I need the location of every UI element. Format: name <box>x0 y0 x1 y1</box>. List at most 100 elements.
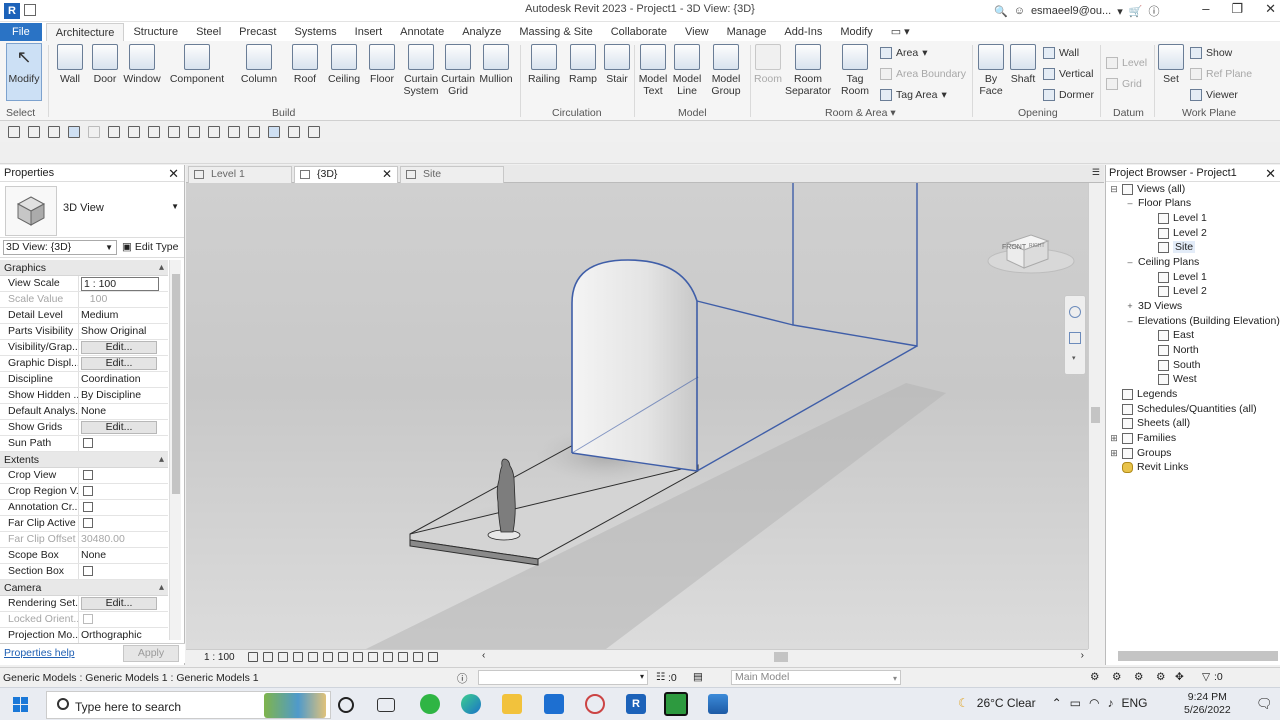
tree-floor-plans[interactable]: – Floor Plans <box>1126 196 1191 210</box>
dropdown-icon[interactable]: ▾ <box>1117 5 1123 18</box>
tab-precast[interactable]: Precast <box>230 23 285 42</box>
edit-type-button[interactable]: ▣ Edit Type <box>122 241 178 253</box>
prop-row[interactable]: Far Clip Active <box>0 516 168 532</box>
edge-icon[interactable] <box>461 694 481 714</box>
cart-icon[interactable]: 🛒 <box>1129 5 1143 18</box>
help-icon[interactable]: ⓘ <box>1148 3 1159 19</box>
thin-lines-icon[interactable] <box>268 126 280 138</box>
mail-icon[interactable] <box>544 694 564 714</box>
roof-button[interactable]: Roof <box>290 44 320 85</box>
select-underlay-icon[interactable]: ⚙ <box>1112 671 1121 683</box>
properties-scrollbar[interactable] <box>169 260 181 640</box>
crop-view-icon[interactable] <box>323 652 333 662</box>
collapse-icon[interactable]: – <box>1126 257 1134 267</box>
cortana-icon[interactable] <box>338 697 354 713</box>
door-button[interactable]: Door <box>90 44 120 85</box>
tree-revit-links[interactable]: Revit Links <box>1110 460 1188 474</box>
tree-item-site[interactable]: Site <box>1158 240 1196 254</box>
model-text-button[interactable]: Model Text <box>636 44 670 97</box>
workset-selector[interactable]: ▾ <box>478 670 648 685</box>
print-icon[interactable] <box>108 126 120 138</box>
tag-room-button[interactable]: Tag Room <box>836 44 874 97</box>
print-pdf-icon[interactable] <box>128 126 140 138</box>
far-clip-active-checkbox[interactable] <box>83 518 93 528</box>
minimize-button[interactable]: – <box>1202 1 1209 17</box>
room-separator-button[interactable]: Room Separator <box>784 44 832 97</box>
tab-modify[interactable]: Modify <box>831 23 881 42</box>
tab-steel[interactable]: Steel <box>187 23 230 42</box>
model-canvas[interactable] <box>186 183 1088 649</box>
section-icon[interactable] <box>248 126 260 138</box>
app-icon[interactable] <box>585 694 605 714</box>
weather-text[interactable]: 26°C Clear <box>977 696 1036 710</box>
prop-row[interactable]: Default Analys... None <box>0 404 168 420</box>
shadows-icon[interactable] <box>293 652 303 662</box>
prop-row[interactable]: Graphic Displ... Edit... <box>0 356 168 372</box>
tab-manage[interactable]: Manage <box>718 23 776 42</box>
set-work-plane-button[interactable]: Set <box>1158 44 1184 85</box>
wall-button[interactable]: Wall <box>54 44 86 85</box>
tree-views-all[interactable]: ⊟ Views (all) <box>1110 182 1185 196</box>
tab-insert[interactable]: Insert <box>346 23 392 42</box>
tree-item-level-1[interactable]: Level 1 <box>1158 211 1207 225</box>
properties-help-link[interactable]: Properties help <box>4 647 75 659</box>
navigation-bar[interactable]: ▾ <box>1064 295 1086 375</box>
near-arch-wall[interactable] <box>572 260 697 471</box>
close-button[interactable]: ✕ <box>1265 1 1276 17</box>
restore-button[interactable]: ❐ <box>1231 1 1243 17</box>
prop-row[interactable]: Annotation Cr... <box>0 500 168 516</box>
expand-icon[interactable]: ⊞ <box>1110 448 1118 459</box>
worksets-icon[interactable]: ☷ <box>656 671 665 683</box>
tag-icon[interactable] <box>188 126 200 138</box>
edit-button[interactable]: Edit... <box>81 597 157 610</box>
section-box-checkbox[interactable] <box>83 566 93 576</box>
select-links-icon[interactable]: ⚙ <box>1090 671 1099 683</box>
tab-massing-site[interactable]: Massing & Site <box>510 23 601 42</box>
tab-site[interactable]: Site <box>400 166 504 183</box>
collapse-icon[interactable]: ⊟ <box>1110 184 1118 195</box>
ref-plane-button[interactable]: Ref Plane <box>1190 68 1252 80</box>
prop-row[interactable]: Show Grids Edit... <box>0 420 168 436</box>
prop-row[interactable]: Visibility/Grap... Edit... <box>0 340 168 356</box>
tab-architecture[interactable]: Architecture <box>45 23 125 42</box>
text-icon[interactable] <box>208 126 220 138</box>
prop-row[interactable]: Scope Box None <box>0 548 168 564</box>
analytical-model-icon[interactable] <box>413 652 423 662</box>
tree-3d-views[interactable]: +3D Views <box>1126 299 1182 313</box>
tab-collaborate[interactable]: Collaborate <box>602 23 676 42</box>
detail-level-icon[interactable] <box>248 652 258 662</box>
photos-icon[interactable] <box>708 694 728 714</box>
prop-row[interactable]: Sun Path <box>0 436 168 452</box>
ramp-button[interactable]: Ramp <box>566 44 600 85</box>
column-button[interactable]: Column <box>240 44 278 85</box>
whatsapp-icon[interactable] <box>420 694 440 714</box>
prop-row[interactable]: Crop Region V... <box>0 484 168 500</box>
temporary-hide-icon[interactable] <box>368 652 378 662</box>
component-button[interactable]: Component <box>168 44 226 85</box>
design-option-selector[interactable]: Main Model ▾ <box>731 670 901 685</box>
select-by-face-icon[interactable]: ⚙ <box>1156 671 1165 683</box>
prop-row[interactable]: Section Box <box>0 564 168 580</box>
prop-row[interactable]: Parts Visibility Show Original <box>0 324 168 340</box>
window-button[interactable]: Window <box>122 44 162 85</box>
design-options-icon[interactable]: ▤ <box>693 671 703 683</box>
taskbar-clock[interactable]: 9:24 PM 5/26/2022 <box>1184 691 1231 717</box>
ceiling-button[interactable]: Ceiling <box>326 44 362 85</box>
view-cube[interactable]: FRONT RIGHT <box>986 223 1076 278</box>
tree-sheets[interactable]: Sheets (all) <box>1110 416 1190 430</box>
model-group-button[interactable]: Model Group <box>706 44 746 97</box>
type-selector[interactable]: 3D View ▼ <box>0 182 184 238</box>
tree-item-ceiling-level-1[interactable]: Level 1 <box>1158 270 1207 284</box>
sun-path-checkbox[interactable] <box>83 438 93 448</box>
prop-row[interactable]: Projection Mo... Orthographic <box>0 628 168 644</box>
save-icon[interactable] <box>28 126 40 138</box>
scroll-left-icon[interactable]: ‹ <box>482 650 485 661</box>
edit-button[interactable]: Edit... <box>81 357 157 370</box>
collapse-icon[interactable]: – <box>1126 198 1134 208</box>
view-scale-button[interactable]: 1 : 100 <box>204 652 235 663</box>
tree-item-level-2[interactable]: Level 2 <box>1158 226 1207 240</box>
viewer-button[interactable]: Viewer <box>1190 89 1238 101</box>
prop-row[interactable]: View Scale 1 : 100 <box>0 276 168 292</box>
crop-view-checkbox[interactable] <box>83 470 93 480</box>
view-cube-right[interactable]: RIGHT <box>1029 243 1045 249</box>
